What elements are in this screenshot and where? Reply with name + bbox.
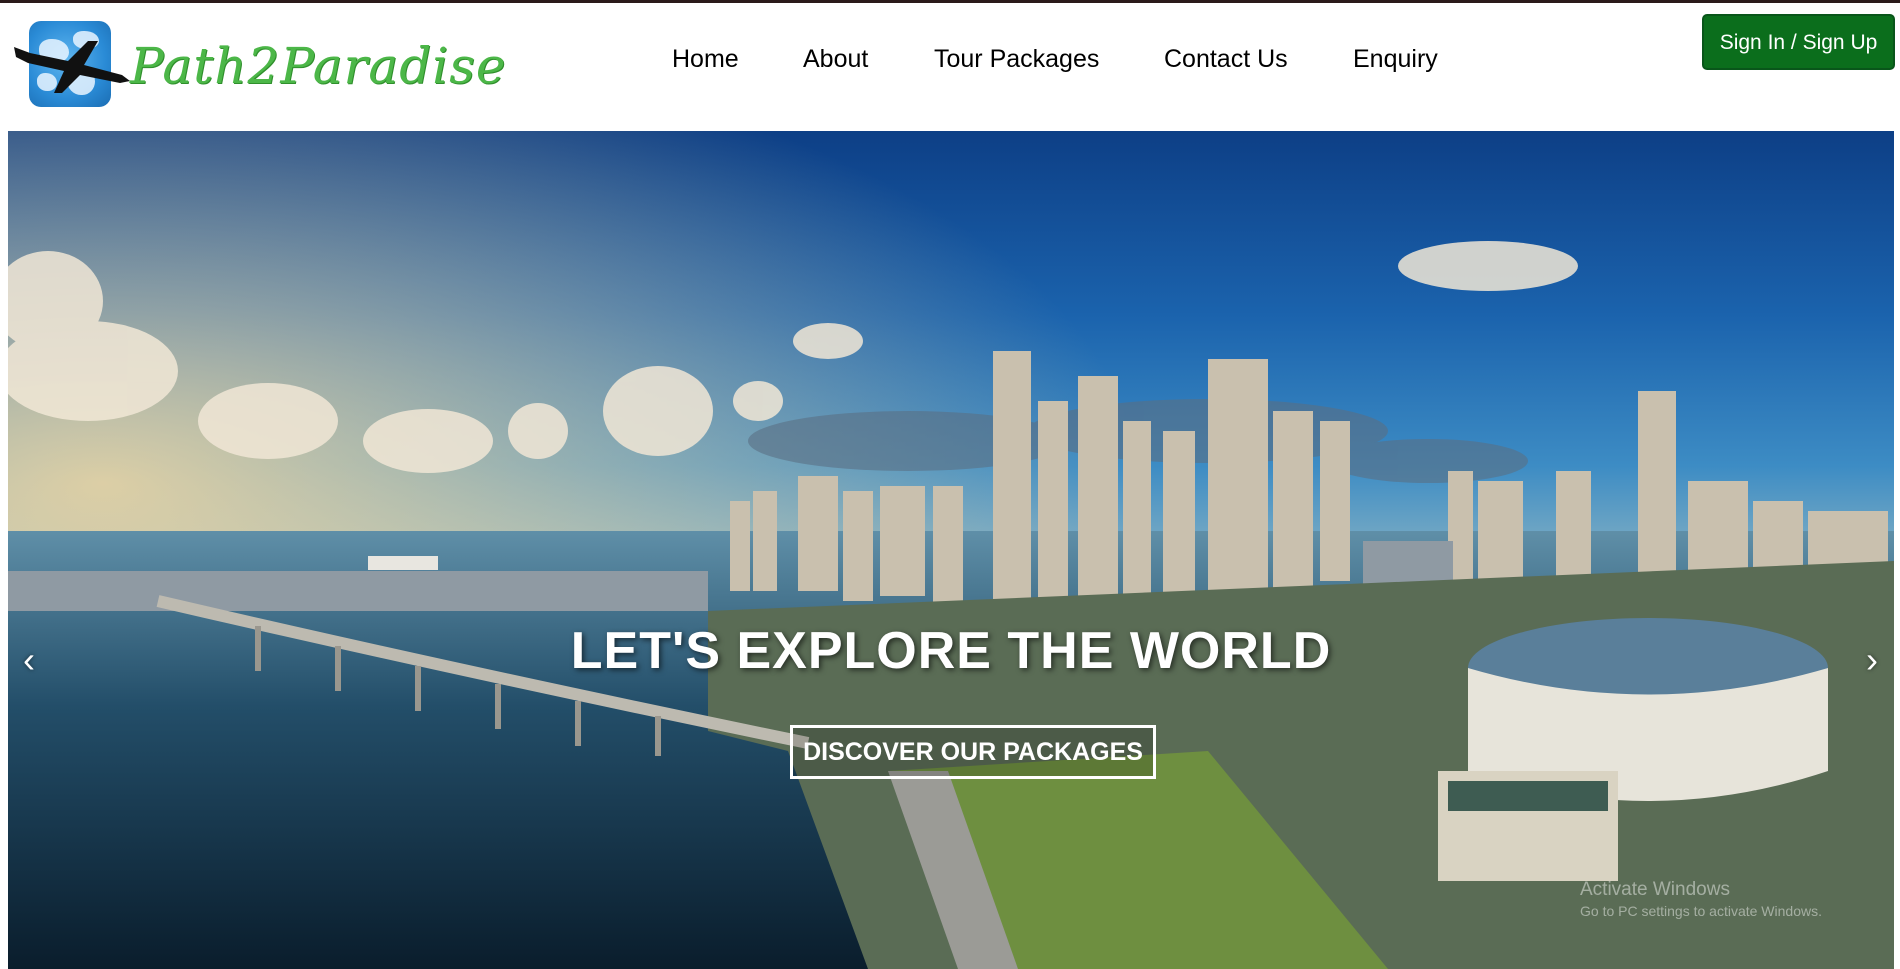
hero-carousel: ‹ › LET'S EXPLORE THE WORLD DISCOVER OUR… — [8, 131, 1894, 969]
airplane-icon — [14, 41, 130, 93]
hero-title: LET'S EXPLORE THE WORLD — [570, 622, 1332, 680]
watermark-title: Activate Windows — [1580, 879, 1730, 900]
watermark-subtitle: Go to PC settings to activate Windows. — [1580, 903, 1822, 919]
nav-contact-us[interactable]: Contact Us — [1164, 41, 1288, 77]
discover-packages-button[interactable]: DISCOVER OUR PACKAGES — [790, 725, 1156, 779]
nav-enquiry[interactable]: Enquiry — [1353, 41, 1438, 77]
activate-windows-watermark: Activate Windows Go to PC settings to ac… — [1580, 879, 1822, 919]
site-header: Path2Paradise Home About Tour Packages C… — [0, 3, 1900, 131]
brand-name: Path2Paradise — [130, 37, 507, 95]
sign-in-sign-up-button[interactable]: Sign In / Sign Up — [1702, 14, 1895, 70]
hero-city-image — [8, 131, 1894, 969]
nav-home[interactable]: Home — [672, 41, 739, 77]
nav-tour-packages[interactable]: Tour Packages — [934, 41, 1099, 77]
brand-logo[interactable]: Path2Paradise — [10, 17, 505, 113]
nav-about[interactable]: About — [803, 41, 868, 77]
